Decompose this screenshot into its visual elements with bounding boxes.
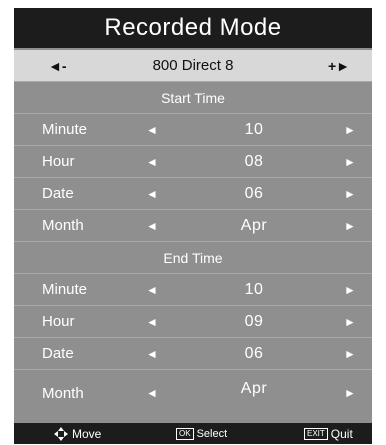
left-arrow-icon[interactable]: ◄ <box>146 370 158 416</box>
move-label: Move <box>72 426 102 441</box>
end-hour-row[interactable]: Hour ◄ 09 ► <box>14 305 372 337</box>
end-month-row[interactable]: Month ◄ Apr ► <box>14 369 372 415</box>
end-date-row[interactable]: Date ◄ 06 ► <box>14 337 372 369</box>
ok-key-icon: OK <box>176 427 194 440</box>
field-label: Date <box>42 185 74 202</box>
field-label: Minute <box>42 281 88 298</box>
footer-hint-bar: Move OK Select EXIT Quit <box>14 423 372 444</box>
start-hour-row[interactable]: Hour ◄ 08 ► <box>14 145 372 177</box>
right-arrow-icon[interactable]: ► <box>344 370 356 416</box>
left-arrow-icon[interactable]: ◄ <box>146 306 158 337</box>
field-value: Apr <box>240 380 268 397</box>
field-value: 10 <box>244 120 264 138</box>
right-arrow-icon[interactable]: ► <box>344 210 356 241</box>
move-arrows-icon <box>54 426 68 441</box>
right-arrow-icon[interactable]: ► <box>344 114 356 145</box>
select-label: Select <box>196 427 228 440</box>
channel-name: 800 Direct 8 <box>152 57 234 74</box>
panel-title: Recorded Mode <box>14 8 372 48</box>
field-label: Hour <box>42 153 75 170</box>
field-value: Apr <box>240 216 268 234</box>
field-label: Date <box>42 345 74 362</box>
field-label: Month <box>42 384 84 402</box>
exit-key-icon: EXIT <box>304 427 328 440</box>
field-value: 08 <box>244 152 264 170</box>
field-value: 06 <box>244 344 264 362</box>
right-arrow-icon[interactable]: ► <box>344 146 356 177</box>
left-arrow-icon[interactable]: ◄ <box>146 274 158 305</box>
end-minute-row[interactable]: Minute ◄ 10 ► <box>14 273 372 305</box>
channel-next-button[interactable]: +► <box>328 50 350 81</box>
field-value: 06 <box>244 184 264 202</box>
left-arrow-icon[interactable]: ◄ <box>146 178 158 209</box>
left-arrow-icon[interactable]: ◄ <box>146 338 158 369</box>
field-label: Month <box>42 217 84 234</box>
left-arrow-icon[interactable]: ◄ <box>146 146 158 177</box>
start-month-row[interactable]: Month ◄ Apr ► <box>14 209 372 241</box>
field-label: Hour <box>42 313 75 330</box>
quit-hint: EXIT Quit <box>304 423 353 444</box>
start-date-row[interactable]: Date ◄ 06 ► <box>14 177 372 209</box>
recorded-mode-panel: Recorded Mode ◄- 800 Direct 8 +► Start T… <box>14 8 372 444</box>
right-arrow-icon[interactable]: ► <box>344 274 356 305</box>
right-arrow-icon[interactable]: ► <box>344 338 356 369</box>
end-time-header: End Time <box>14 241 372 273</box>
move-hint: Move <box>54 423 101 444</box>
field-value: 09 <box>244 312 264 330</box>
start-time-header: Start Time <box>14 81 372 113</box>
left-arrow-icon[interactable]: ◄ <box>146 210 158 241</box>
quit-label: Quit <box>330 426 353 441</box>
field-value: 10 <box>244 280 264 298</box>
channel-selector[interactable]: ◄- 800 Direct 8 +► <box>14 50 372 81</box>
right-arrow-icon[interactable]: ► <box>344 178 356 209</box>
start-minute-row[interactable]: Minute ◄ 10 ► <box>14 113 372 145</box>
left-arrow-icon[interactable]: ◄ <box>146 114 158 145</box>
select-hint: OK Select <box>176 423 227 444</box>
field-label: Minute <box>42 121 88 138</box>
right-arrow-icon[interactable]: ► <box>344 306 356 337</box>
